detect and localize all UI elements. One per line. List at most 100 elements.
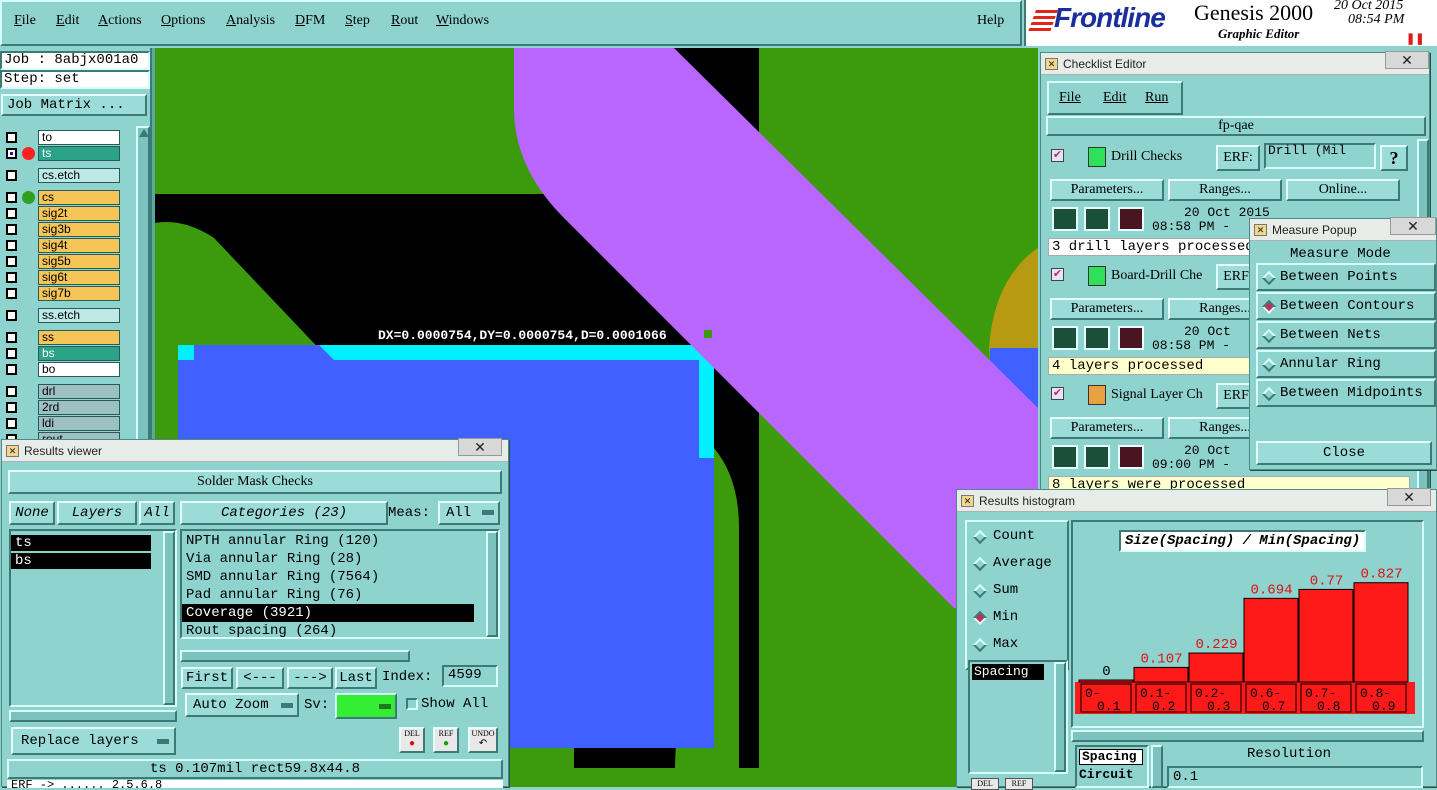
replace-layers-button[interactable]: Replace layers <box>11 727 176 755</box>
menu-actions[interactable]: Actions <box>98 13 142 29</box>
layers-hscroll[interactable] <box>9 710 177 722</box>
menu-options[interactable]: Options <box>161 13 205 29</box>
layer-checkbox[interactable] <box>6 170 17 181</box>
check-name[interactable]: Signal Layer Ch <box>1111 387 1203 403</box>
online-button[interactable]: Online... <box>1286 179 1400 201</box>
categories-listbox[interactable]: NPTH annular Ring (120) Via annular Ring … <box>180 529 500 639</box>
layer-row-sig2t[interactable]: sig2t <box>4 206 124 221</box>
histogram-list-spacing[interactable]: Spacing <box>972 664 1044 680</box>
circuit-vscroll[interactable] <box>1151 745 1163 788</box>
layer-checkbox[interactable] <box>6 132 17 143</box>
histogram-list-vscroll[interactable] <box>1054 662 1066 772</box>
histogram-radio-option[interactable]: Count <box>971 526 1063 548</box>
run-check-icon[interactable] <box>1052 207 1078 231</box>
check-enabled-checkbox[interactable]: ✔ <box>1051 387 1064 400</box>
pause-icon[interactable]: ❚❚ <box>1406 32 1424 45</box>
layer-checkbox[interactable] <box>6 224 17 235</box>
undo-icon-button[interactable]: UNDO ↶ <box>468 727 498 753</box>
layer-checkbox[interactable] <box>6 148 17 159</box>
layer-row-ts[interactable]: ts <box>4 146 124 161</box>
layer-row-drl[interactable]: drl <box>4 384 124 399</box>
layer-checkbox[interactable] <box>6 288 17 299</box>
ref-icon-button[interactable]: REF ● <box>433 727 459 753</box>
layer-row-ss-etch[interactable]: ss.etch <box>4 308 124 323</box>
category-list-item[interactable]: Via annular Ring (28) <box>182 550 474 568</box>
histogram-radio-option[interactable]: Max <box>971 634 1063 656</box>
histogram-hscroll[interactable] <box>1071 730 1424 742</box>
auto-zoom-button[interactable]: Auto Zoom <box>185 693 299 717</box>
menu-dfm[interactable]: DFM <box>295 13 325 29</box>
layer-checkbox[interactable] <box>6 348 17 359</box>
checklist-menu-file[interactable]: File <box>1059 90 1081 106</box>
layer-row-2rd[interactable]: 2rd <box>4 400 124 415</box>
menu-help[interactable]: Help <box>977 13 1004 29</box>
erf-button[interactable]: ERF: <box>1216 145 1260 171</box>
resolution-input[interactable]: 0.1 <box>1167 766 1423 788</box>
stop-check-icon[interactable] <box>1118 445 1144 469</box>
category-list-item[interactable]: SMD annular Ring (7564) <box>182 568 474 586</box>
histogram-radio-option[interactable]: Average <box>971 553 1063 575</box>
close-icon[interactable]: ✕ <box>1385 51 1429 69</box>
run-checks-icon[interactable] <box>1084 326 1110 350</box>
circuit-list-spacing[interactable]: Spacing <box>1079 749 1143 765</box>
show-all-checkbox[interactable] <box>406 698 418 710</box>
check-enabled-checkbox[interactable]: ✔ <box>1051 149 1064 162</box>
job-matrix-button[interactable]: Job Matrix ... <box>1 94 147 116</box>
category-list-item[interactable]: NPTH annular Ring (120) <box>182 532 474 550</box>
layer-checkbox[interactable] <box>6 386 17 397</box>
histogram-del-icon[interactable]: DEL <box>971 778 999 790</box>
histogram-radio-option[interactable]: Sum <box>971 580 1063 602</box>
menu-edit[interactable]: Edit <box>56 13 79 29</box>
layer-row-sig6t[interactable]: sig6t <box>4 270 124 285</box>
layers-vscroll[interactable] <box>163 531 175 705</box>
layer-row-cs[interactable]: cs <box>4 190 124 205</box>
layer-checkbox[interactable] <box>6 332 17 343</box>
layer-checkbox[interactable] <box>6 310 17 321</box>
layer-checkbox[interactable] <box>6 192 17 203</box>
check-name[interactable]: Drill Checks <box>1111 149 1182 165</box>
layer-checkbox[interactable] <box>6 418 17 429</box>
histogram-listbox[interactable]: Spacing <box>968 660 1068 774</box>
erf-value[interactable]: Drill (Mil <box>1264 143 1376 169</box>
layer-scrollbar[interactable] <box>136 126 150 443</box>
measure-mode-option[interactable]: Annular Ring <box>1256 350 1436 378</box>
all-layers-button[interactable]: All <box>139 501 175 525</box>
category-list-item[interactable]: Rout spacing (264) <box>182 622 474 640</box>
category-list-item[interactable]: Coverage (3921) <box>182 604 474 622</box>
none-button[interactable]: None <box>9 501 55 525</box>
layers-listbox[interactable]: ts bs <box>9 529 177 707</box>
parameters-button[interactable]: Parameters... <box>1050 417 1164 439</box>
close-icon[interactable]: ✕ <box>1390 217 1436 235</box>
layer-row-cs-etch[interactable]: cs.etch <box>4 168 124 183</box>
menu-rout[interactable]: Rout <box>391 13 418 29</box>
help-button[interactable]: ? <box>1380 145 1408 171</box>
stop-check-icon[interactable] <box>1118 207 1144 231</box>
layers-list-item[interactable]: ts <box>11 535 151 551</box>
scroll-up-arrow[interactable] <box>139 129 149 137</box>
check-name[interactable]: Board-Drill Che <box>1111 268 1202 284</box>
check-enabled-checkbox[interactable]: ✔ <box>1051 268 1064 281</box>
layer-row-sig5b[interactable]: sig5b <box>4 254 124 269</box>
layer-checkbox[interactable] <box>6 208 17 219</box>
histogram-ref-icon[interactable]: REF <box>1005 778 1033 790</box>
close-icon[interactable]: ✕ <box>1387 488 1431 506</box>
histogram-radio-option[interactable]: Min <box>971 607 1063 629</box>
last-button[interactable]: Last <box>335 667 377 689</box>
layer-checkbox[interactable] <box>6 272 17 283</box>
layer-row-sig3b[interactable]: sig3b <box>4 222 124 237</box>
layer-checkbox[interactable] <box>6 256 17 267</box>
circuit-list-circuit[interactable]: Circuit <box>1079 767 1134 782</box>
run-check-icon[interactable] <box>1052 445 1078 469</box>
menu-windows[interactable]: Windows <box>436 13 489 29</box>
layer-row-sig7b[interactable]: sig7b <box>4 286 124 301</box>
layer-checkbox[interactable] <box>6 402 17 413</box>
measure-mode-option[interactable]: Between Nets <box>1256 321 1436 349</box>
layers-button[interactable]: Layers <box>57 501 137 525</box>
next-button[interactable]: ---> <box>287 667 333 689</box>
parameters-button[interactable]: Parameters... <box>1050 179 1164 201</box>
run-checks-icon[interactable] <box>1084 445 1110 469</box>
layers-list-item[interactable]: bs <box>11 553 151 569</box>
measure-mode-option[interactable]: Between Points <box>1256 263 1436 291</box>
menu-step[interactable]: Step <box>345 13 370 29</box>
layer-row-ss[interactable]: ss <box>4 330 124 345</box>
